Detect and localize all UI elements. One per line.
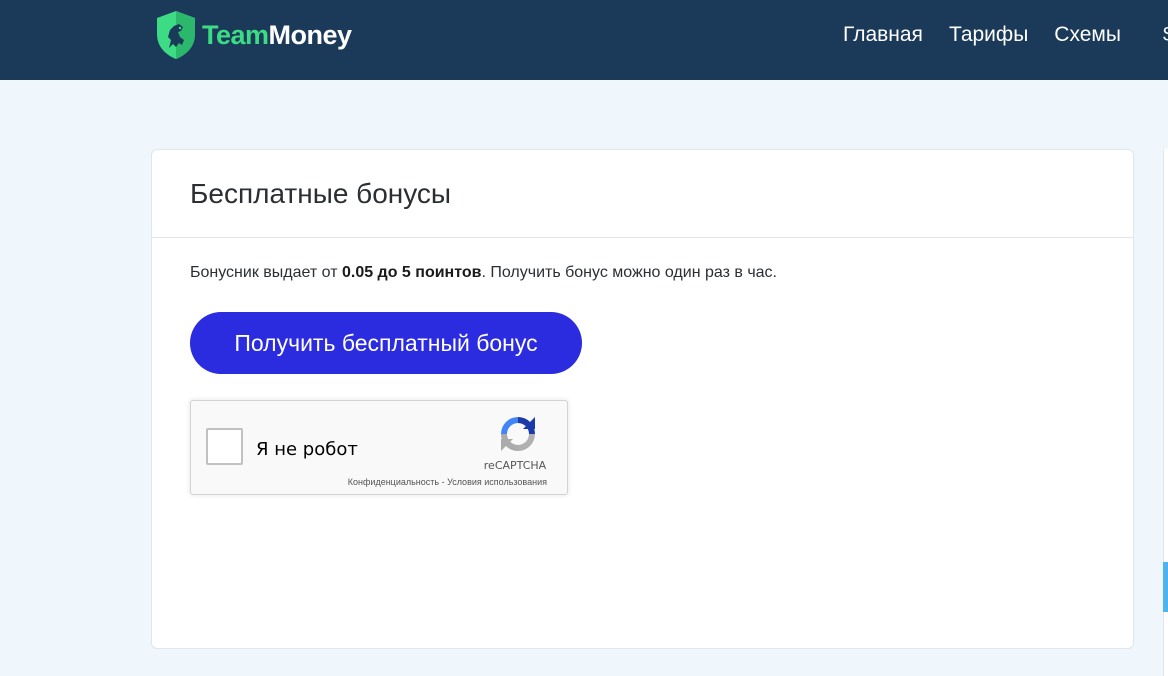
side-panel-accent — [1163, 562, 1168, 612]
card-body: Бонусник выдает от 0.05 до 5 поинтов. По… — [152, 238, 1133, 495]
free-bonus-card: Бесплатные бонусы Бонусник выдает от 0.0… — [151, 149, 1134, 649]
nav-link-home[interactable]: Главная — [843, 23, 923, 47]
bonus-info-text: Бонусник выдает от 0.05 до 5 поинтов. По… — [190, 264, 1133, 282]
site-logo[interactable]: TeamMoney — [155, 10, 352, 60]
nav-link-schemes[interactable]: Схемы — [1054, 23, 1121, 47]
main-nav: Главная Тарифы Схемы — [843, 20, 1147, 50]
recaptcha-brand: reCAPTCHA — [483, 459, 547, 472]
recaptcha-widget: Я не робот reCAPTCHA Конфиденциальность … — [190, 400, 568, 495]
logo-money-text: Money — [268, 19, 353, 50]
recaptcha-privacy-link[interactable]: Конфиденциальность — [348, 477, 439, 487]
info-bold-range: 0.05 до 5 поинтов — [341, 264, 482, 281]
recaptcha-icon — [501, 417, 535, 451]
info-suffix: . Получить бонус можно один раз в час. — [481, 264, 777, 281]
get-free-bonus-button[interactable]: Получить бесплатный бонус — [190, 312, 582, 374]
recaptcha-checkbox[interactable] — [206, 428, 243, 465]
card-header: Бесплатные бонусы — [152, 150, 1133, 238]
recaptcha-terms-link[interactable]: Условия использования — [447, 477, 547, 487]
recaptcha-label: Я не робот — [256, 439, 358, 460]
nav-link-tariffs[interactable]: Тарифы — [949, 23, 1028, 47]
nav-link-clipped[interactable]: $ — [1163, 24, 1168, 46]
navbar: TeamMoney Главная Тарифы Схемы $ — [0, 0, 1168, 80]
recaptcha-terms: Конфиденциальность - Условия использован… — [291, 477, 561, 487]
recaptcha-separator: - — [439, 477, 448, 487]
info-prefix: Бонусник выдает от — [190, 264, 342, 281]
logo-team-text: Team — [202, 19, 269, 50]
shield-lion-icon — [157, 11, 195, 59]
card-title: Бесплатные бонусы — [190, 178, 452, 209]
logo-text: TeamMoney — [202, 20, 352, 51]
